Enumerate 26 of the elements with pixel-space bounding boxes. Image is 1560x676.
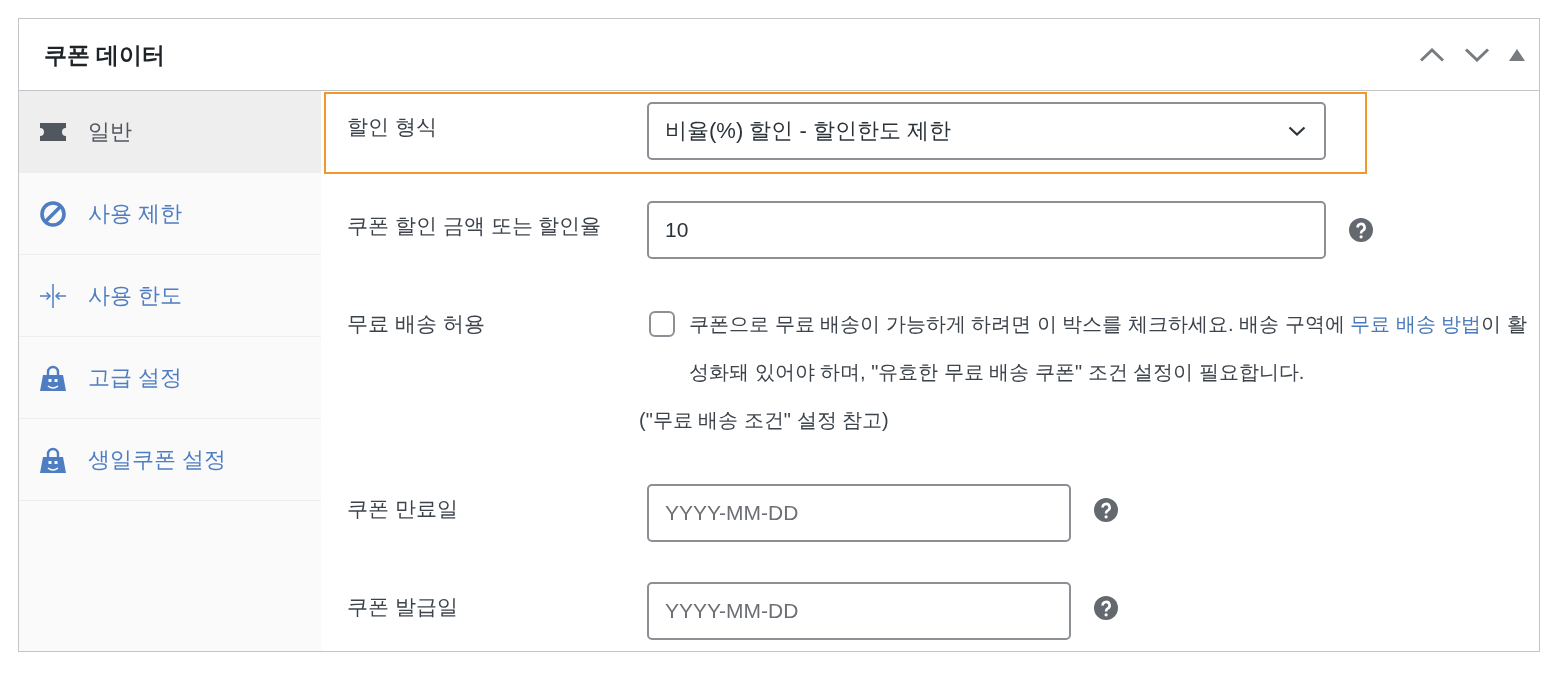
date-input[interactable]: YYYY-MM-DD xyxy=(647,484,1071,542)
prohibited-icon xyxy=(40,200,66,227)
shopping-bag-icon xyxy=(40,364,66,391)
chevron-up-icon[interactable] xyxy=(1419,47,1445,62)
amount-input[interactable]: 10 xyxy=(647,201,1326,259)
help-icon[interactable] xyxy=(1094,596,1118,620)
help-icon[interactable] xyxy=(1349,218,1373,242)
date-input[interactable]: YYYY-MM-DD xyxy=(647,582,1071,640)
shipping-method-link[interactable]: 무료 배송 방법 xyxy=(1350,313,1482,335)
chevron-down-icon[interactable] xyxy=(1464,47,1490,62)
ticket-icon xyxy=(40,122,66,141)
shopping-bag-icon xyxy=(40,446,66,473)
sidebar-tab[interactable]: 일반 xyxy=(19,91,321,173)
field-label: 쿠폰 할인 금액 또는 할인율 xyxy=(347,213,603,239)
field-label: 무료 배송 허용 xyxy=(347,311,486,337)
chevron-down-icon xyxy=(1288,126,1306,136)
triangle-up-icon[interactable] xyxy=(1509,48,1525,61)
free-shipping-checkbox[interactable] xyxy=(649,311,675,337)
panel-title: 쿠폰 데이터 xyxy=(44,40,166,70)
field-label: 쿠폰 발급일 xyxy=(347,594,459,620)
field-label: 쿠폰 만료일 xyxy=(347,496,459,522)
shipping-condition-note: ("무료 배송 조건" 설정 참고) xyxy=(639,408,890,433)
free-shipping-description: 쿠폰으로 무료 배송이 가능하게 하려면 이 박스를 체크하세요. 배송 구역에 무료 배송 방법 이 활성화돼 있어야 하며, "유효한 무료 배송 쿠폰" 조건 설정이 필요합니다. xyxy=(689,312,1527,385)
help-icon[interactable] xyxy=(1094,498,1118,522)
field-label: 할인 형식 xyxy=(347,114,438,140)
discount-type-dropdown[interactable]: 비율(%) 할인 - 할인한도 제한 xyxy=(647,102,1326,160)
